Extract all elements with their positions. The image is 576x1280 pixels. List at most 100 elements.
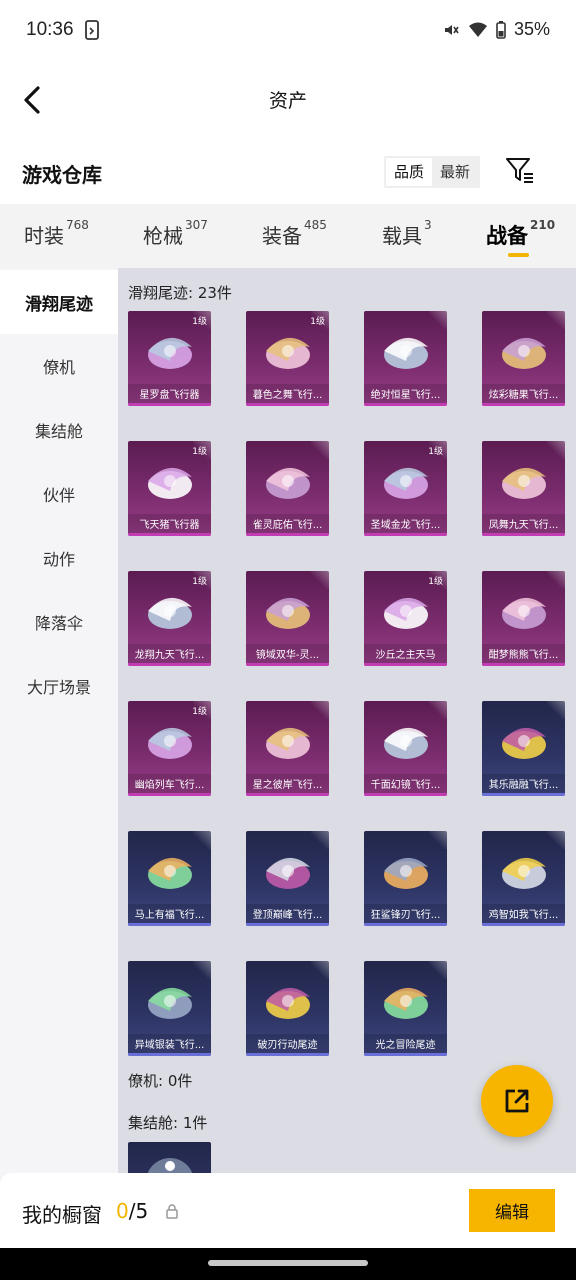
section-title-wingman: 僚机: 0件 xyxy=(128,1072,193,1090)
item-name: 雀灵庇佑飞行... xyxy=(252,520,323,531)
sidebar-item-emote[interactable]: 动作 xyxy=(0,526,118,590)
glide-item-card[interactable]: 酣梦熊熊飞行... xyxy=(482,571,565,666)
glide-item-card[interactable]: 1级星罗盘飞行器 xyxy=(128,311,211,406)
phone-sync-icon xyxy=(85,20,99,40)
glide-item-card[interactable]: 凤舞九天飞行... xyxy=(482,441,565,536)
item-level-badge: 1级 xyxy=(192,707,207,717)
capsule-item-card[interactable] xyxy=(128,1142,211,1173)
category-tabs: 时装 768 枪械 307 装备 485 载具 3 战备 210 xyxy=(0,204,576,268)
glide-item-card[interactable]: 马上有福飞行... xyxy=(128,831,211,926)
sidebar-item-lobby-scene[interactable]: 大厅场景 xyxy=(0,654,118,718)
item-name: 登顶巅峰飞行... xyxy=(252,910,323,921)
item-name: 暮色之舞飞行... xyxy=(252,390,323,401)
item-name: 沙丘之主天马 xyxy=(375,650,436,661)
glide-item-card[interactable]: 1级沙丘之主天马 xyxy=(364,571,447,666)
star-shore-glider-icon xyxy=(258,711,317,769)
glide-item-card[interactable]: 炫彩糖果飞行... xyxy=(482,311,565,406)
glide-item-card[interactable]: 1级 暮色之舞飞行... xyxy=(246,311,329,406)
item-level-badge: 1级 xyxy=(428,577,443,587)
sparrow-glider-icon xyxy=(258,451,317,509)
glide-item-card[interactable]: 星之彼岸飞行... xyxy=(246,701,329,796)
item-name: 幽焰列车飞行... xyxy=(134,780,205,791)
battery-icon xyxy=(496,20,506,39)
gesture-nav-bar[interactable] xyxy=(208,1260,368,1266)
glide-item-card[interactable]: 1级 龙翔九天飞行... xyxy=(128,571,211,666)
item-name: 星罗盘飞行器 xyxy=(139,390,200,401)
glide-item-card[interactable]: 破刃行动尾迹 xyxy=(246,961,329,1056)
status-icons: 35% xyxy=(442,19,550,40)
gold-dragon-glider-icon xyxy=(376,451,435,509)
horse-glider-icon xyxy=(140,841,199,899)
item-level-badge: 1级 xyxy=(428,447,443,457)
sort-latest-button[interactable]: 最新 xyxy=(432,158,478,186)
capsule-icon xyxy=(140,1152,199,1173)
glide-item-card[interactable]: 狂鲨锋刃飞行... xyxy=(364,831,447,926)
item-name: 光之冒险尾迹 xyxy=(375,1040,436,1051)
glide-item-card[interactable]: 登顶巅峰飞行... xyxy=(246,831,329,926)
item-name: 绝对恒星飞行... xyxy=(370,390,441,401)
item-grid-panel: 滑翔尾迹: 23件 1级 星罗盘飞行器 1级 暮色之舞飞行... 绝对恒星飞行... 炫彩… xyxy=(118,268,576,1173)
tab-count: 307 xyxy=(185,218,208,232)
tab-count: 3 xyxy=(424,218,432,232)
ufo-glider-icon xyxy=(376,711,435,769)
sort-quality-button[interactable]: 品质 xyxy=(386,158,433,186)
tab-label: 战备 xyxy=(486,224,528,248)
sidebar-item-glide-trail[interactable]: 滑翔尾迹 xyxy=(0,270,118,334)
glide-item-card[interactable]: 绝对恒星飞行... xyxy=(364,311,447,406)
bear-glider-icon xyxy=(494,581,553,639)
tab-equipment[interactable]: 装备 485 xyxy=(262,218,327,249)
tab-firearms[interactable]: 枪械 307 xyxy=(143,218,208,249)
repository-title: 游戏仓库 xyxy=(22,163,102,187)
sidebar-item-parachute[interactable]: 降落伞 xyxy=(0,590,118,654)
tab-count: 768 xyxy=(66,218,89,232)
tab-vehicles[interactable]: 载具 3 xyxy=(382,218,432,249)
item-name: 酣梦熊熊飞行... xyxy=(488,650,559,661)
sidebar-item-companion[interactable]: 伙伴 xyxy=(0,462,118,526)
item-level-badge: 1级 xyxy=(192,317,207,327)
rainbow-trail-icon xyxy=(258,971,317,1029)
section-title-glide: 滑翔尾迹: 23件 xyxy=(128,284,232,302)
item-name: 圣域金龙飞行... xyxy=(370,520,441,531)
item-level-badge: 1级 xyxy=(192,577,207,587)
item-name: 凤舞九天飞行... xyxy=(488,520,559,531)
item-level-badge: 1级 xyxy=(192,447,207,457)
item-name: 星之彼岸飞行... xyxy=(252,780,323,791)
page-header: 资产 xyxy=(0,62,576,138)
peak-glider-icon xyxy=(258,841,317,899)
item-name: 炫彩糖果飞行... xyxy=(488,390,559,401)
tab-count: 485 xyxy=(304,218,327,232)
candy-glider-icon xyxy=(494,321,553,379)
glide-item-card[interactable]: 光之冒险尾迹 xyxy=(364,961,447,1056)
penguin-glider-icon xyxy=(494,711,553,769)
glide-item-card[interactable]: 镜域双华-灵... xyxy=(246,571,329,666)
glide-item-card[interactable]: 鸡智如我飞行... xyxy=(482,831,565,926)
sidebar-item-capsule[interactable]: 集结舱 xyxy=(0,398,118,462)
tab-combat-gear[interactable]: 战备 210 xyxy=(486,218,556,250)
pegasus-glider-icon xyxy=(376,581,435,639)
black-dragon-glider-icon xyxy=(140,581,199,639)
tab-fashion[interactable]: 时装 768 xyxy=(24,218,89,249)
share-button[interactable] xyxy=(481,1065,553,1137)
glide-item-card[interactable]: 异域银装飞行... xyxy=(128,961,211,1056)
tab-count: 210 xyxy=(530,218,556,232)
item-name: 千面幻镜飞行... xyxy=(370,780,441,791)
glide-item-card[interactable]: 千面幻镜飞行... xyxy=(364,701,447,796)
sidebar-item-wingman[interactable]: 僚机 xyxy=(0,334,118,398)
status-time: 10:36 xyxy=(26,19,74,40)
glide-item-card[interactable]: 其乐融融飞行... xyxy=(482,701,565,796)
tab-label: 枪械 xyxy=(143,224,183,248)
item-name: 破刃行动尾迹 xyxy=(257,1040,318,1051)
edit-button[interactable]: 编辑 xyxy=(469,1189,555,1232)
shark-glider-icon xyxy=(376,841,435,899)
glide-item-card[interactable]: 1级圣域金龙飞行... xyxy=(364,441,447,536)
repository-row: 游戏仓库 品质 最新 xyxy=(0,140,576,204)
showcase-bar: 我的橱窗 0/5 编辑 xyxy=(0,1173,576,1248)
filter-icon[interactable] xyxy=(504,154,536,186)
subcategory-sidebar: 滑翔尾迹 僚机 集结舱 伙伴 动作 降落伞 大厅场景 xyxy=(0,268,118,1248)
glide-item-card[interactable]: 1级幽焰列车飞行... xyxy=(128,701,211,796)
showcase-used: 0 xyxy=(116,1199,129,1223)
item-name: 鸡智如我飞行... xyxy=(488,910,559,921)
glide-item-card[interactable]: 雀灵庇佑飞行... xyxy=(246,441,329,536)
chicken-glider-icon xyxy=(494,841,553,899)
glide-item-card[interactable]: 1级 飞天猪飞行器 xyxy=(128,441,211,536)
